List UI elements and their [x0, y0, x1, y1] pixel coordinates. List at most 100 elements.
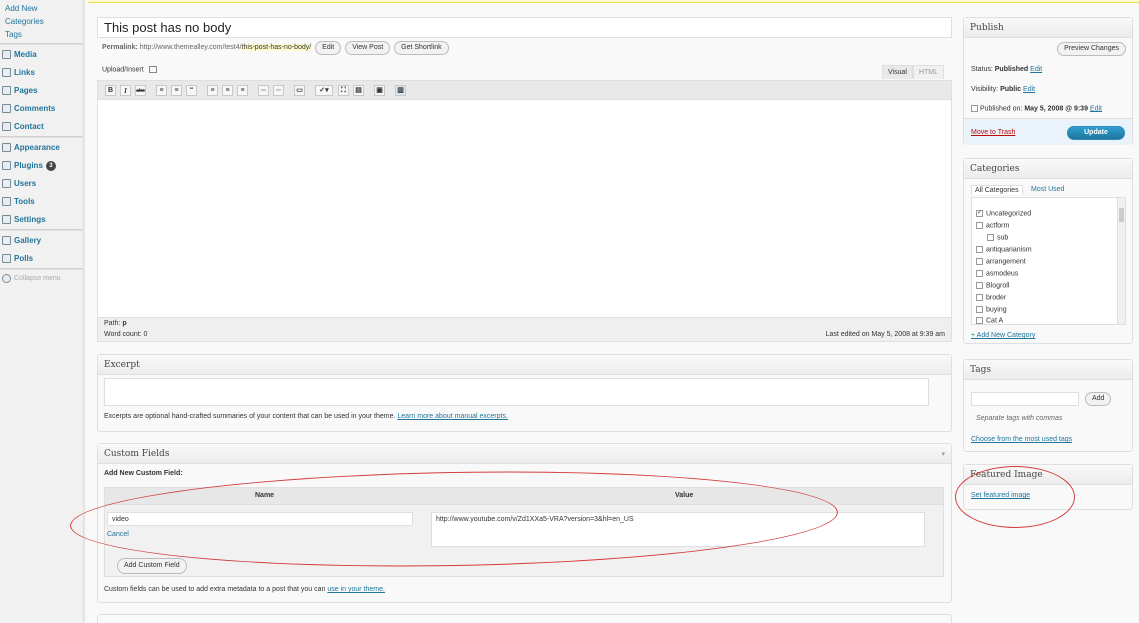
category-item[interactable]: Blogroll — [976, 282, 1009, 289]
tools-icon — [2, 197, 11, 206]
align-right-icon[interactable]: ≡ — [237, 85, 248, 96]
preview-changes-button[interactable]: Preview Changes — [1057, 42, 1126, 56]
unlink-icon[interactable]: ∞ — [273, 85, 284, 96]
polls-icon — [2, 254, 11, 263]
collapse-arrow-icon — [2, 274, 11, 283]
view-post-button[interactable]: View Post — [345, 41, 391, 55]
checkbox-icon[interactable] — [976, 258, 983, 265]
tab-most-used[interactable]: Most Used — [1031, 186, 1064, 193]
blockquote-icon[interactable]: “ — [186, 85, 197, 96]
sidebar-sub-categories[interactable]: Categories — [5, 17, 44, 26]
sidebar-item-pages[interactable]: Pages — [0, 82, 83, 99]
sidebar-item-comments[interactable]: Comments — [0, 100, 83, 117]
category-scrollbar[interactable] — [1117, 198, 1125, 324]
category-label: Blogroll — [986, 282, 1010, 290]
fullscreen-icon[interactable]: ⛶ — [338, 85, 349, 96]
insert-link-icon[interactable]: ∞ — [258, 85, 269, 96]
editor-tabs: Visual HTML — [882, 65, 944, 79]
insert-chart-icon[interactable]: ▥ — [395, 85, 406, 96]
sidebar-item-plugins[interactable]: Plugins 3 — [0, 157, 83, 174]
edit-date-link[interactable]: Edit — [1090, 105, 1102, 112]
sidebar-item-links[interactable]: Links — [0, 64, 83, 81]
insert-more-icon[interactable]: ▭ — [294, 85, 305, 96]
edit-permalink-button[interactable]: Edit — [315, 41, 342, 55]
sidebar-item-gallery[interactable]: Gallery — [0, 232, 83, 249]
strikethrough-icon[interactable]: abc — [135, 85, 146, 96]
align-center-icon[interactable]: ≡ — [222, 85, 233, 96]
category-item[interactable]: sub — [987, 234, 1008, 241]
checkbox-icon[interactable] — [976, 270, 983, 277]
sidebar-item-polls[interactable]: Polls — [0, 250, 83, 267]
publish-heading[interactable]: Publish — [964, 18, 1132, 38]
add-new-category-link[interactable]: + Add New Category — [971, 332, 1035, 339]
get-shortlink-button[interactable]: Get Shortlink — [394, 41, 449, 55]
excerpt-textarea[interactable] — [104, 378, 929, 406]
add-tag-button[interactable]: Add — [1085, 392, 1112, 406]
sidebar-item-media[interactable]: Media — [0, 46, 83, 63]
checkbox-icon[interactable] — [976, 222, 983, 229]
sidebar-sub-add-new[interactable]: Add New — [5, 4, 37, 13]
italic-icon[interactable]: I — [120, 85, 131, 96]
category-label: antiquarianism — [986, 246, 1032, 254]
categories-heading[interactable]: Categories — [964, 159, 1132, 179]
insert-gallery-icon[interactable]: ▣ — [374, 85, 385, 96]
category-item[interactable]: arrangement — [976, 258, 1026, 265]
move-to-trash-link[interactable]: Move to Trash — [971, 129, 1015, 136]
tab-all-categories[interactable]: All Categories — [971, 185, 1023, 195]
checkbox-icon[interactable] — [976, 317, 983, 324]
add-custom-field-button[interactable]: Add Custom Field — [117, 558, 187, 574]
tab-visual[interactable]: Visual — [882, 65, 913, 79]
checkbox-icon[interactable] — [976, 282, 983, 289]
categories-box: Categories All Categories Most Used ✓ Unc… — [963, 158, 1133, 344]
excerpt-box: Excerpt Excerpts are optional hand-craft… — [97, 354, 952, 432]
checkbox-icon[interactable] — [976, 294, 983, 301]
kitchen-sink-icon[interactable]: ▤ — [353, 85, 364, 96]
custom-fields-heading[interactable]: Custom Fields ▾ — [98, 444, 951, 464]
scrollbar-thumb[interactable] — [1119, 208, 1124, 222]
sidebar-item-users[interactable]: Users — [0, 175, 83, 192]
category-item[interactable]: actform — [976, 222, 1009, 229]
excerpt-heading[interactable]: Excerpt — [98, 355, 951, 375]
sidebar-item-appearance[interactable]: Appearance — [0, 139, 83, 156]
edit-status-link[interactable]: Edit — [1030, 66, 1042, 73]
tags-heading[interactable]: Tags — [964, 360, 1132, 380]
sidebar-item-settings[interactable]: Settings — [0, 211, 83, 228]
publish-date: Published on: May 5, 2008 @ 9:39 Edit — [971, 105, 1102, 112]
sidebar-item-tools[interactable]: Tools — [0, 193, 83, 210]
sidebar-separator — [0, 43, 83, 45]
checkbox-checked-icon[interactable]: ✓ — [976, 210, 983, 217]
category-item[interactable]: asmodeus — [976, 270, 1018, 277]
align-left-icon[interactable]: ≡ — [207, 85, 218, 96]
numbered-list-icon[interactable]: ≡ — [171, 85, 182, 96]
edit-visibility-link[interactable]: Edit — [1023, 86, 1035, 93]
update-button[interactable]: Update — [1067, 126, 1125, 140]
sidebar-item-contact[interactable]: Contact — [0, 118, 83, 135]
post-title-input[interactable]: This post has no body — [97, 17, 952, 38]
choose-most-used-tags-link[interactable]: Choose from the most used tags — [971, 436, 1072, 443]
add-media-icon[interactable] — [148, 66, 157, 73]
upload-insert-row[interactable]: Upload/Insert — [102, 66, 157, 73]
category-item[interactable]: ✓ Uncategorized — [976, 210, 1031, 217]
learn-more-excerpts-link[interactable]: Learn more about manual excerpts. — [397, 413, 508, 420]
category-item[interactable]: antiquarianism — [976, 246, 1032, 253]
bullet-list-icon[interactable]: ≡ — [156, 85, 167, 96]
category-item[interactable]: broder — [976, 294, 1006, 301]
category-item[interactable]: Cat A — [976, 317, 1003, 325]
checkbox-icon[interactable] — [976, 306, 983, 313]
spellcheck-icon[interactable]: ✓▾ — [315, 85, 333, 96]
use-in-theme-link[interactable]: use in your theme. — [327, 586, 385, 593]
tag-input[interactable] — [971, 392, 1079, 406]
checkbox-icon[interactable] — [987, 234, 994, 241]
tab-html[interactable]: HTML — [913, 65, 944, 79]
category-item[interactable]: buying — [976, 306, 1007, 313]
bold-icon[interactable]: B — [105, 85, 116, 96]
toggle-arrow-icon[interactable]: ▾ — [941, 444, 945, 464]
excerpt-note-text: Excerpts are optional hand-crafted summa… — [104, 413, 396, 420]
links-icon — [2, 68, 11, 77]
editor-content-area[interactable] — [98, 101, 951, 317]
permalink-slug[interactable]: this-post-has-no-body/ — [241, 44, 312, 51]
checkbox-icon[interactable] — [976, 246, 983, 253]
sidebar-collapse-menu[interactable]: Collapse menu — [0, 270, 83, 287]
gallery-icon — [2, 236, 11, 245]
sidebar-sub-tags[interactable]: Tags — [5, 30, 22, 39]
